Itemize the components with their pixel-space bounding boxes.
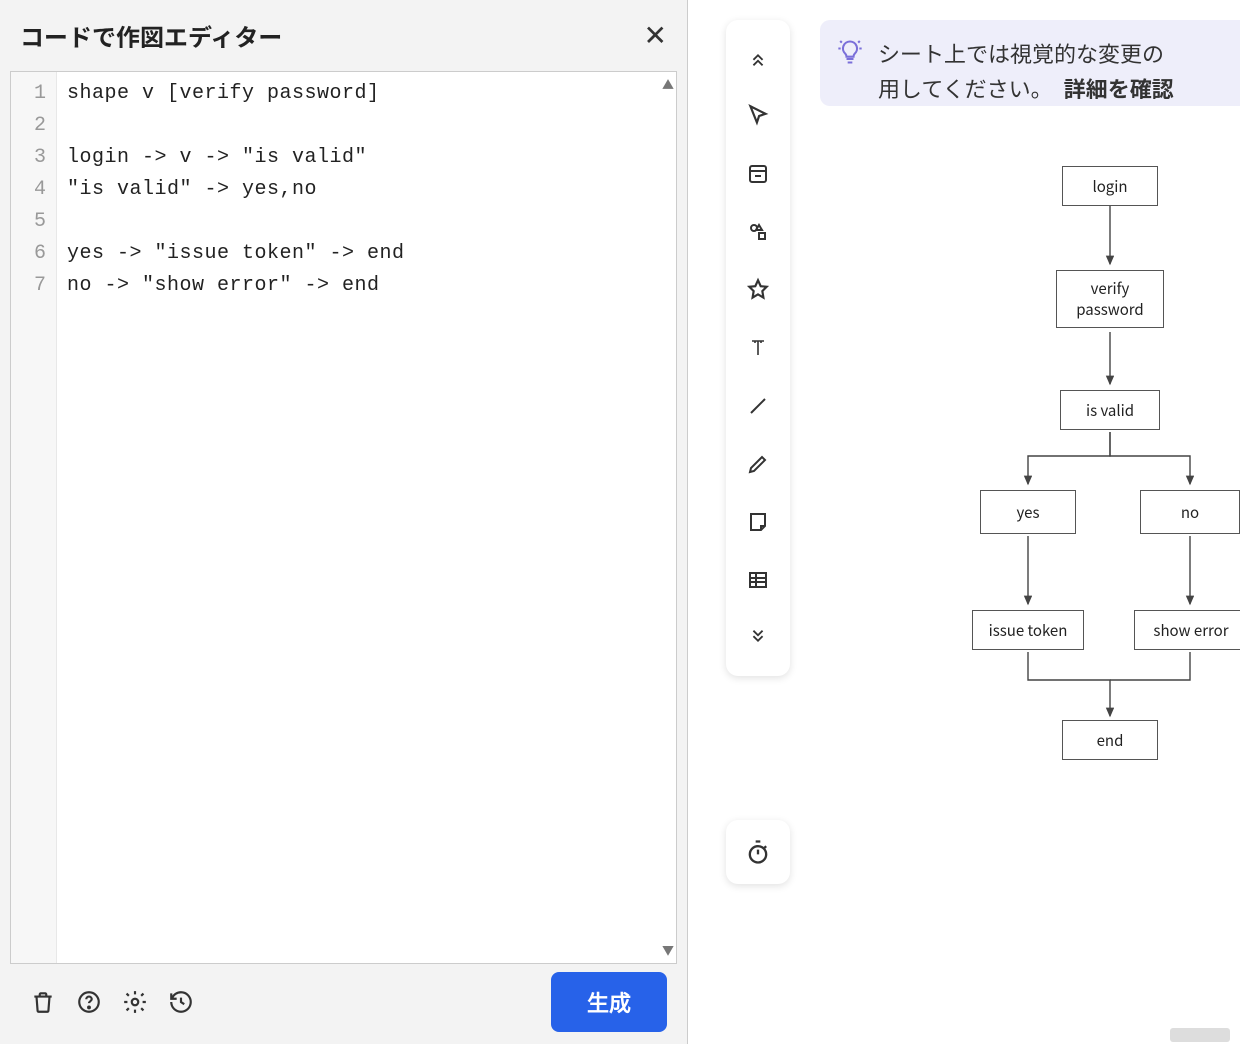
- expand-icon[interactable]: [732, 610, 784, 666]
- canvas-area[interactable]: シート上では視覚的な変更の 用してください。 詳細を確認 login verif…: [688, 0, 1240, 1044]
- collapse-icon[interactable]: [732, 30, 784, 86]
- node-isvalid[interactable]: is valid: [1060, 390, 1160, 430]
- node-showerr[interactable]: show error: [1134, 610, 1240, 650]
- line-number: 2: [11, 110, 56, 142]
- line-number: 3: [11, 142, 56, 174]
- text-icon[interactable]: [732, 320, 784, 376]
- stopwatch-icon: [744, 838, 772, 866]
- close-icon[interactable]: ✕: [644, 22, 667, 50]
- line-number: 1: [11, 78, 56, 110]
- hint-text: シート上では視覚的な変更の 用してください。 詳細を確認: [878, 36, 1174, 106]
- line-gutter: 1 2 3 4 5 6 7: [11, 72, 57, 963]
- diagram-arrows: [888, 160, 1240, 790]
- code-content[interactable]: shape v [verify password] login -> v -> …: [57, 72, 676, 963]
- line-number: 4: [11, 174, 56, 206]
- table-icon[interactable]: [732, 552, 784, 608]
- code-editor-panel: コードで作図エディター ✕ 1 2 3 4 5 6 7 shape v [ver…: [0, 0, 688, 1044]
- node-login[interactable]: login: [1062, 166, 1158, 206]
- editor-title: コードで作図エディター: [20, 18, 282, 53]
- line-number: 5: [11, 206, 56, 238]
- scroll-down-icon[interactable]: ▼: [662, 942, 674, 959]
- trash-icon[interactable]: [20, 979, 66, 1025]
- node-verify[interactable]: verify password: [1056, 270, 1164, 328]
- gear-icon[interactable]: [112, 979, 158, 1025]
- lightbulb-icon: [836, 38, 864, 71]
- hint-banner: シート上では視覚的な変更の 用してください。 詳細を確認: [820, 20, 1240, 106]
- stopwatch-panel[interactable]: [726, 820, 790, 884]
- horizontal-scrollbar[interactable]: [1170, 1028, 1230, 1042]
- star-icon[interactable]: [732, 262, 784, 318]
- help-icon[interactable]: [66, 979, 112, 1025]
- shapes-icon[interactable]: [732, 204, 784, 260]
- note-icon[interactable]: [732, 494, 784, 550]
- node-no[interactable]: no: [1140, 490, 1240, 534]
- scroll-up-icon[interactable]: ▲: [662, 76, 674, 93]
- node-issue[interactable]: issue token: [972, 610, 1084, 650]
- hint-link[interactable]: 詳細を確認: [1064, 72, 1174, 104]
- bottom-toolbar: 生成: [0, 964, 687, 1044]
- node-yes[interactable]: yes: [980, 490, 1076, 534]
- editor-header: コードで作図エディター ✕: [0, 0, 687, 71]
- line-number: 6: [11, 238, 56, 270]
- line-number: 7: [11, 270, 56, 302]
- cursor-icon[interactable]: [732, 88, 784, 144]
- tool-palette: [726, 20, 790, 676]
- generate-button[interactable]: 生成: [551, 972, 667, 1032]
- pencil-icon[interactable]: [732, 436, 784, 492]
- history-icon[interactable]: [158, 979, 204, 1025]
- line-icon[interactable]: [732, 378, 784, 434]
- panel-icon[interactable]: [732, 146, 784, 202]
- node-end[interactable]: end: [1062, 720, 1158, 760]
- code-editor[interactable]: 1 2 3 4 5 6 7 shape v [verify password] …: [10, 71, 677, 964]
